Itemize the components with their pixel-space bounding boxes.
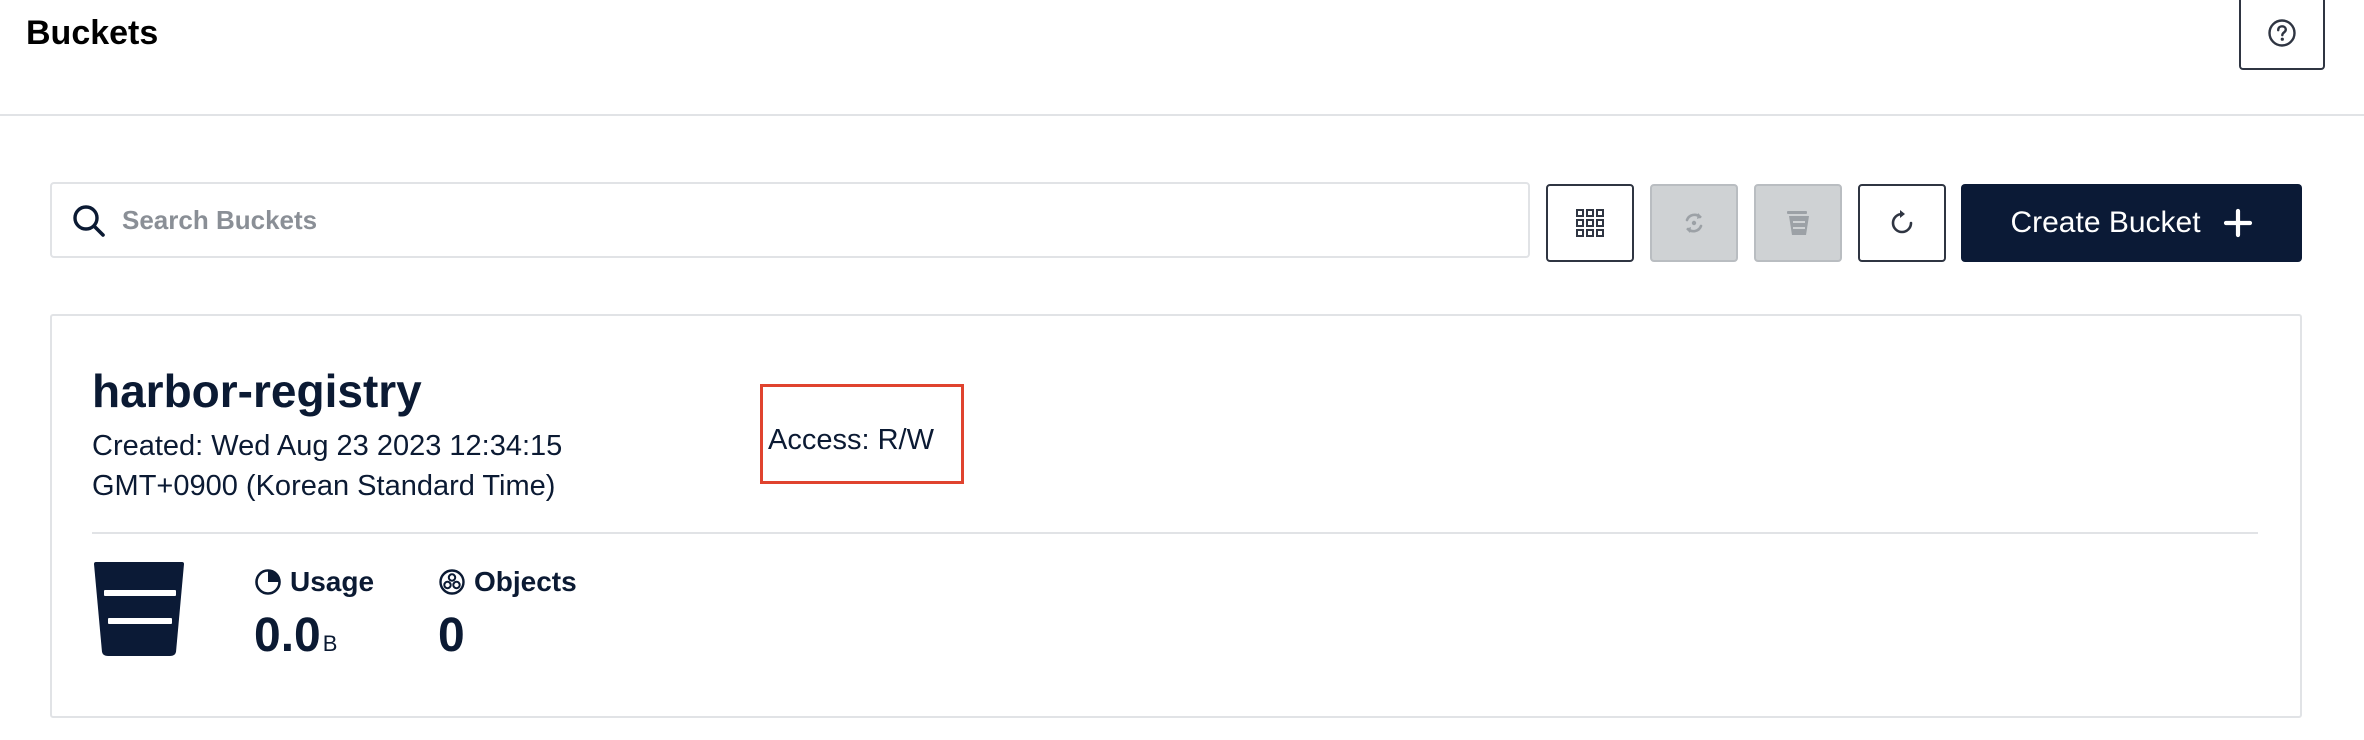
objects-value: 0 <box>438 609 465 662</box>
refresh-icon <box>1891 210 1913 234</box>
replicate-button[interactable] <box>1650 184 1738 262</box>
help-circle-icon <box>2268 19 2296 47</box>
multi-select-button[interactable] <box>1546 184 1634 262</box>
page-title: Buckets <box>26 14 159 52</box>
usage-label-text: Usage <box>290 566 375 597</box>
bucket-lifecycle-icon <box>1787 211 1809 235</box>
objects-label: Objects <box>438 566 577 598</box>
replication-icon <box>1685 213 1703 233</box>
usage-number: 0.0 <box>254 609 321 662</box>
search-icon <box>73 205 105 237</box>
pie-chart-icon <box>255 569 281 595</box>
grid-select-icon <box>1576 209 1604 237</box>
objects-label-text: Objects <box>474 566 577 597</box>
objects-icon <box>439 569 465 595</box>
buckets-page: Buckets Search Buckets Create Bucket har… <box>0 0 2364 740</box>
usage-unit: B <box>322 631 338 656</box>
usage-value: 0.0B <box>254 608 337 663</box>
bucket-name[interactable]: harbor-registry <box>92 364 422 418</box>
help-button[interactable] <box>2239 0 2325 70</box>
search-input[interactable] <box>122 186 1502 254</box>
create-bucket-button[interactable]: Create Bucket <box>1961 184 2302 262</box>
page-header: Buckets <box>0 0 2364 116</box>
lifecycle-button[interactable] <box>1754 184 1842 262</box>
create-bucket-label: Create Bucket <box>2010 206 2201 239</box>
bucket-created-date: Created: Wed Aug 23 2023 12:34:15 GMT+09… <box>92 430 563 502</box>
plus-icon <box>2223 208 2252 238</box>
bucket-access: Access: R/W <box>768 424 934 456</box>
bucket-card[interactable]: harbor-registry Created: Wed Aug 23 2023… <box>50 314 2302 718</box>
bucket-icon <box>94 562 184 656</box>
refresh-button[interactable] <box>1858 184 1946 262</box>
usage-label: Usage <box>254 566 374 598</box>
search-box <box>50 182 1530 258</box>
card-divider <box>92 532 2258 534</box>
